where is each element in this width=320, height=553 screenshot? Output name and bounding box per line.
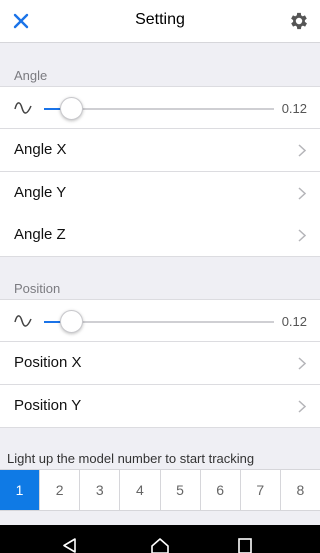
model-number-button-2[interactable]: 2: [39, 470, 80, 510]
chevron-right-icon: [298, 187, 306, 200]
gear-icon[interactable]: [288, 10, 310, 32]
app-header: Setting: [0, 0, 320, 43]
angle-slider-thumb[interactable]: [60, 97, 84, 120]
wave-icon: [14, 102, 32, 114]
position-slider-row: 0.12: [0, 299, 320, 342]
list-item-position-y[interactable]: Position Y: [0, 385, 320, 428]
wave-icon: [14, 315, 32, 327]
model-number-button-5[interactable]: 5: [159, 470, 200, 510]
list-item-angle-z[interactable]: Angle Z: [0, 214, 320, 257]
angle-slider-row: 0.12: [0, 86, 320, 129]
list-item-angle-y[interactable]: Angle Y: [0, 172, 320, 215]
list-item-position-x[interactable]: Position X: [0, 342, 320, 385]
position-section-label: Position: [14, 281, 61, 296]
list-item-label: Angle Z: [14, 226, 66, 243]
list-item-label: Angle Y: [14, 184, 67, 201]
model-number-selector: 12345678: [0, 469, 320, 511]
chevron-right-icon: [298, 357, 306, 370]
position-slider-thumb[interactable]: [60, 310, 84, 333]
list-item-label: Angle X: [14, 141, 67, 158]
chevron-right-icon: [298, 229, 306, 242]
page-title: Setting: [135, 11, 185, 28]
system-nav-bar: [0, 525, 320, 553]
position-slider-value: 0.12: [281, 314, 307, 329]
angle-slider-value: 0.12: [281, 101, 307, 116]
model-number-button-6[interactable]: 6: [199, 470, 240, 510]
list-item-label: Position X: [14, 354, 82, 371]
list-item-angle-x[interactable]: Angle X: [0, 129, 320, 172]
list-item-label: Position Y: [14, 397, 82, 414]
chevron-right-icon: [298, 144, 306, 157]
home-icon[interactable]: [151, 538, 169, 553]
model-number-button-8[interactable]: 8: [279, 470, 320, 510]
model-number-button-3[interactable]: 3: [79, 470, 120, 510]
angle-section-label: Angle: [14, 68, 48, 83]
back-icon[interactable]: [62, 538, 78, 553]
recents-icon[interactable]: [238, 538, 252, 553]
model-number-button-4[interactable]: 4: [119, 470, 160, 510]
model-number-button-7[interactable]: 7: [239, 470, 280, 510]
tracking-hint: Light up the model number to start track…: [7, 451, 255, 466]
model-number-button-1[interactable]: 1: [0, 470, 40, 510]
chevron-right-icon: [298, 400, 306, 413]
